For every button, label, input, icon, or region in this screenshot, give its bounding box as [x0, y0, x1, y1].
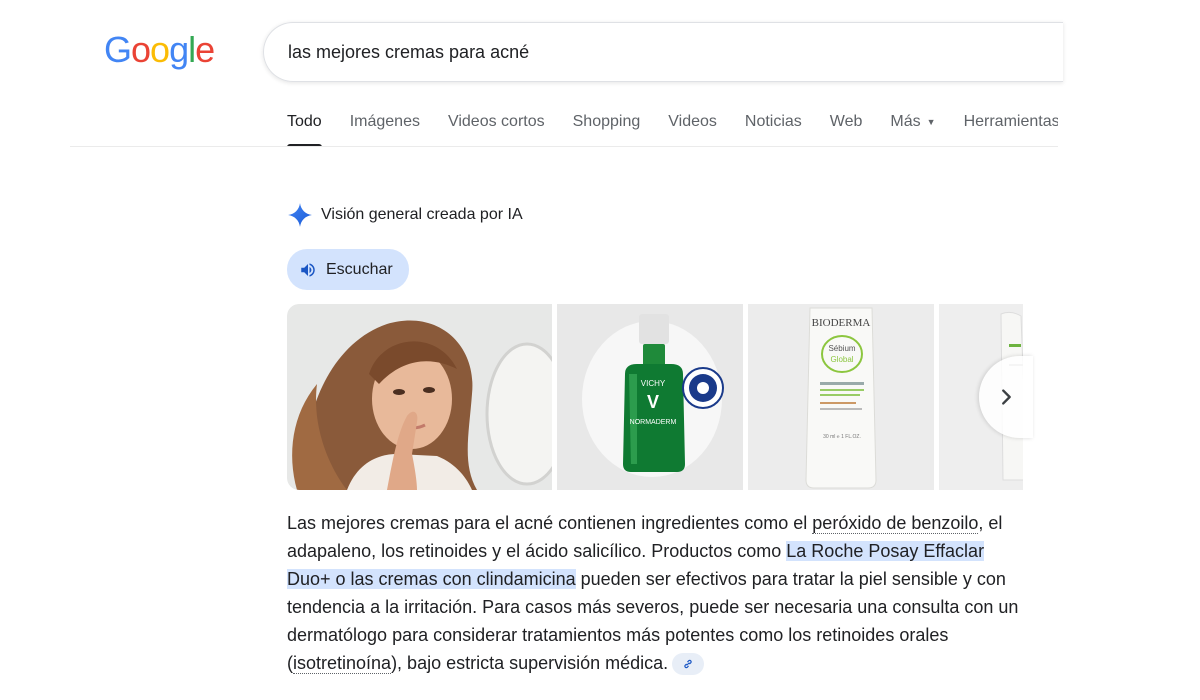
- ai-overview-summary: Las mejores cremas para el acné contiene…: [287, 509, 1027, 677]
- bioderma-product-image: BIODERMA Sébium Global 30 ml ℮ 1 FL.OZ.: [748, 304, 934, 490]
- woman-portrait-image: [287, 304, 552, 490]
- tab-todo[interactable]: Todo: [287, 110, 322, 147]
- bioderma-volume: 30 ml ℮ 1 FL.OZ.: [823, 434, 861, 440]
- tab-shopping[interactable]: Shopping: [573, 110, 641, 147]
- listen-label: Escuchar: [326, 260, 393, 278]
- listen-button[interactable]: Escuchar: [287, 249, 409, 290]
- ai-overview-title: Visión general creada por IA: [321, 206, 523, 223]
- tab-noticias[interactable]: Noticias: [745, 110, 802, 147]
- ai-overview-header: Visión general creada por IA: [287, 202, 523, 228]
- logo-letter: G: [104, 29, 132, 70]
- summary-link-benzoyl[interactable]: peróxido de benzoilo: [812, 513, 979, 534]
- tab-web[interactable]: Web: [830, 110, 863, 147]
- logo-letter: e: [195, 29, 215, 70]
- logo-letter: l: [188, 29, 196, 70]
- vichy-brand: VICHY: [641, 379, 666, 388]
- tab-mas-label: Más: [890, 113, 921, 131]
- logo-letter: g: [169, 29, 189, 70]
- search-tabs: Todo Imágenes Videos cortos Shopping Vid…: [287, 110, 1058, 147]
- tab-videos-cortos[interactable]: Videos cortos: [448, 110, 545, 147]
- summary-text: Las mejores cremas para el acné contiene…: [287, 513, 813, 533]
- vichy-product-name: NORMADERM: [630, 419, 677, 426]
- vichy-product-image: VICHY V NORMADERM: [557, 304, 743, 490]
- image-carousel: VICHY V NORMADERM BIODERMA Sébium Global…: [287, 304, 1023, 490]
- carousel-image-bioderma[interactable]: BIODERMA Sébium Global 30 ml ℮ 1 FL.OZ.: [748, 304, 934, 490]
- vichy-logo-letter: V: [647, 392, 659, 412]
- header-divider: [70, 146, 1058, 147]
- chevron-down-icon: ▼: [926, 117, 936, 127]
- tab-mas[interactable]: Más ▼: [890, 110, 935, 147]
- summary-text: ), bajo estricta supervisión médica.: [391, 653, 669, 673]
- search-box[interactable]: [263, 22, 1063, 82]
- tab-herramientas[interactable]: Herramientas: [964, 110, 1058, 147]
- bioderma-line2: Global: [830, 355, 853, 364]
- source-link-button[interactable]: [672, 653, 705, 676]
- gemini-sparkle-icon: [288, 203, 312, 227]
- search-input[interactable]: [288, 41, 1048, 63]
- logo-letter: o: [150, 29, 170, 70]
- google-logo[interactable]: Google: [104, 28, 215, 72]
- summary-link-isotretinoin[interactable]: isotretinoína: [293, 653, 392, 674]
- tab-imagenes[interactable]: Imágenes: [350, 110, 420, 147]
- tab-videos[interactable]: Videos: [668, 110, 717, 147]
- logo-letter: o: [131, 29, 151, 70]
- speaker-icon: [301, 262, 315, 277]
- chevron-right-icon: [1002, 389, 1011, 405]
- bioderma-line1: Sébium: [828, 344, 855, 353]
- carousel-image-woman[interactable]: [287, 304, 552, 490]
- link-icon: [684, 660, 692, 669]
- bioderma-brand: BIODERMA: [812, 317, 871, 329]
- carousel-image-vichy[interactable]: VICHY V NORMADERM: [557, 304, 743, 490]
